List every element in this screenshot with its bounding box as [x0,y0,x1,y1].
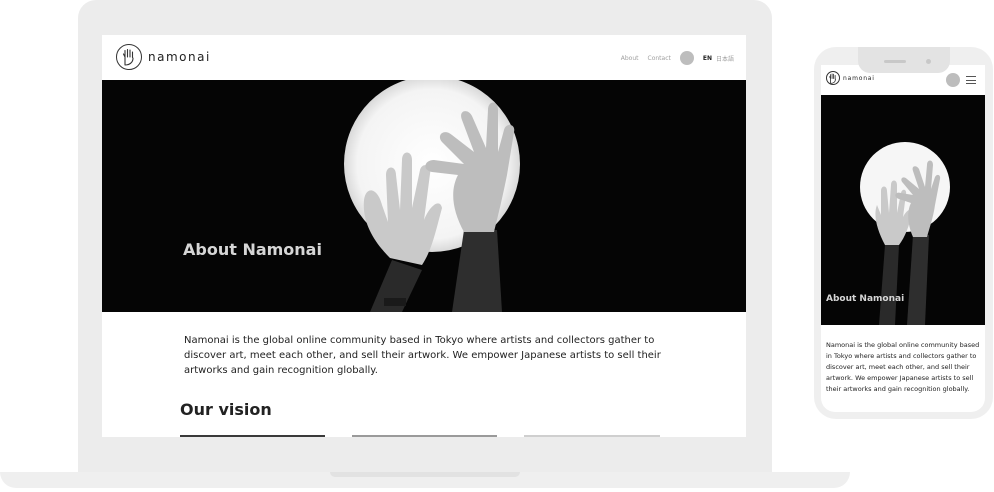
hand-logo-icon [826,71,840,85]
vision-thumbnail[interactable] [352,435,497,437]
brand-logo[interactable]: namonai [116,44,211,70]
nav-contact-link[interactable]: Contact [648,55,671,62]
laptop-notch [330,472,520,477]
mobile-hero-image [821,95,985,325]
mobile-hero-title: About Namonai [826,294,905,304]
lang-ja-link[interactable]: 日本語 [716,54,734,63]
mobile-brand-name: namonai [843,74,875,82]
phone-frame: namonai About Namonai Namonai is the glo… [814,47,993,419]
phone-notch [858,47,950,73]
nav-about-link[interactable]: About [621,55,639,62]
lang-en-link[interactable]: EN [703,55,712,62]
brand-name: namonai [148,50,211,64]
phone-speaker [884,60,906,63]
about-paragraph: Namonai is the global online community b… [184,335,661,376]
desktop-navbar: namonai About Contact EN 日本語 [102,35,746,80]
mobile-hero-banner: About Namonai [821,95,985,325]
hero-title: About Namonai [183,240,322,259]
hamburger-menu-icon[interactable] [966,76,976,87]
mobile-screen: namonai About Namonai Namonai is the glo… [821,65,985,412]
vision-thumbnail[interactable] [524,435,660,437]
desktop-screen: namonai About Contact EN 日本語 About Namon… [102,35,746,437]
mobile-user-avatar[interactable] [946,73,960,87]
mobile-brand-logo[interactable]: namonai [826,71,875,85]
vision-heading: Our vision [180,400,272,419]
hand-logo-icon [116,44,142,70]
user-avatar[interactable] [679,51,694,65]
hero-banner: About Namonai [102,80,746,312]
nav-links: About Contact EN 日本語 [612,51,734,65]
vision-thumbnail[interactable] [180,435,325,437]
hero-image [102,80,746,312]
mobile-about-paragraph: Namonai is the global online community b… [826,341,980,393]
vision-thumbnails [180,435,660,437]
phone-camera [926,59,931,64]
